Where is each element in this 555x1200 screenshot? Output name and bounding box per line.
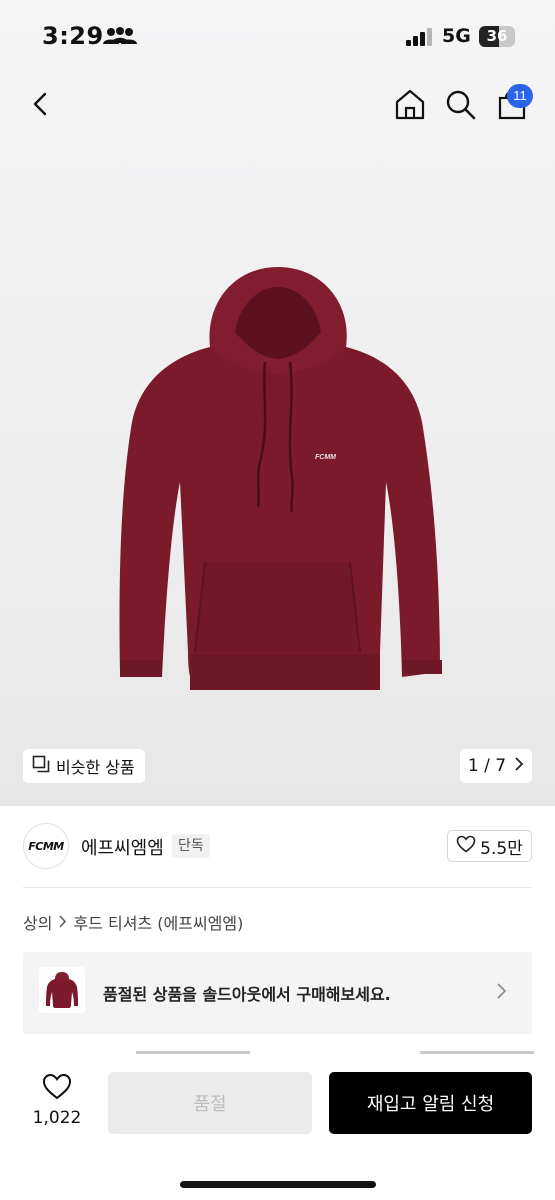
heart-icon xyxy=(456,835,476,858)
brand-name[interactable]: 에프씨엠엠 xyxy=(81,834,164,860)
copy-icon xyxy=(32,755,50,777)
tab-indicator xyxy=(136,1051,250,1054)
signal-icon xyxy=(406,28,434,50)
home-icon[interactable] xyxy=(392,86,428,122)
bottom-action-bar: 1,022 품절 재입고 알림 신청 xyxy=(0,1055,555,1200)
wishlist-count: 1,022 xyxy=(32,1108,82,1128)
battery-icon: 36 xyxy=(479,26,515,47)
breadcrumb-category[interactable]: 상의 xyxy=(23,910,52,934)
similar-products-button[interactable]: 비슷한 상품 xyxy=(23,749,145,783)
divider xyxy=(23,887,532,888)
soldout-banner-text: 품절된 상품을 솔드아웃에서 구매해보세요. xyxy=(103,985,391,1004)
back-chevron-icon[interactable] xyxy=(24,86,60,122)
product-thumbnail xyxy=(39,967,85,1013)
svg-text:FCMM: FCMM xyxy=(315,454,336,461)
tab-indicator xyxy=(420,1051,534,1054)
chevron-right-icon xyxy=(58,913,67,932)
restock-alert-button[interactable]: 재입고 알림 신청 xyxy=(329,1072,532,1134)
brand-logo[interactable]: FCMM xyxy=(23,823,69,869)
cart-count-badge: 11 xyxy=(507,84,533,108)
network-label: 5G xyxy=(442,25,471,47)
home-indicator xyxy=(180,1181,376,1188)
page-indicator-text: 1 / 7 xyxy=(467,756,507,776)
brand-like-count: 5.5만 xyxy=(480,838,523,859)
exclusive-tag: 단독 xyxy=(172,834,210,858)
similar-products-label: 비슷한 상품 xyxy=(56,758,135,777)
breadcrumb-subcategory[interactable]: 후드 티셔츠 (에프씨엠엠) xyxy=(73,910,243,934)
brand-like-button[interactable]: 5.5만 xyxy=(447,830,532,862)
battery-level: 36 xyxy=(486,27,508,45)
soldout-button: 품절 xyxy=(108,1072,312,1134)
people-icon xyxy=(102,27,138,49)
brand-row[interactable]: FCMM 에프씨엠엠 단독 5.5만 xyxy=(23,823,532,869)
heart-icon xyxy=(42,1073,72,1104)
soldout-market-banner[interactable]: 품절된 상품을 솔드아웃에서 구매해보세요. xyxy=(23,952,532,1034)
image-page-indicator[interactable]: 1 / 7 xyxy=(460,749,532,783)
product-image[interactable]: FCMM xyxy=(110,262,445,694)
breadcrumb: 상의 후드 티셔츠 (에프씨엠엠) xyxy=(23,910,243,934)
status-bar: 3:29 5G 36 xyxy=(0,0,555,75)
chevron-right-icon xyxy=(514,756,524,776)
chevron-right-icon xyxy=(495,982,507,1004)
wishlist-button[interactable]: 1,022 xyxy=(28,1073,86,1133)
search-icon[interactable] xyxy=(442,86,478,122)
status-time: 3:29 xyxy=(42,22,104,50)
